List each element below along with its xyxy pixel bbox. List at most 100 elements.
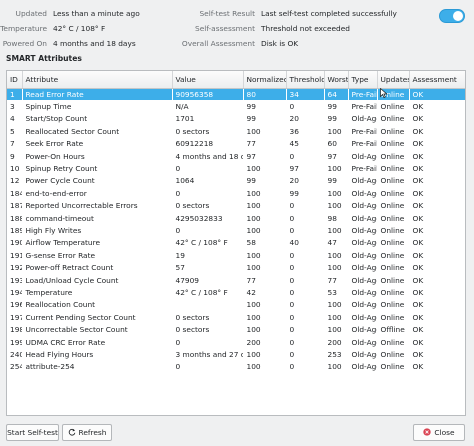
- cell-value: 0: [175, 362, 181, 372]
- cell-worst: 77: [327, 275, 337, 285]
- cell-attribute: Spinup Retry Count: [25, 164, 98, 174]
- header-col-attribute[interactable]: Attribute: [22, 71, 173, 89]
- cell-threshold: 0: [289, 102, 295, 112]
- cell-threshold: 0: [289, 300, 295, 310]
- cell-value: 42° C / 108° F: [175, 238, 228, 248]
- table-row[interactable]: 4 Start/Stop Count 1701 99 20 99 Old-AgeOnline…: [7, 113, 465, 125]
- refresh-icon: [68, 428, 75, 436]
- cell-normalized: 100: [246, 213, 261, 223]
- table-row[interactable]: 198 Uncorrectable Sector Count 0 sectors 10…: [7, 323, 465, 335]
- cell-worst: 100: [327, 201, 342, 211]
- cell-type: Old-Age: [351, 263, 377, 273]
- table-row[interactable]: 240 Head Flying Hours 3 months and 27 days…: [7, 348, 465, 360]
- table-row[interactable]: 184 end-to-end-error 0 100 99 100 Old-AgeOnlin…: [7, 187, 465, 199]
- table-row[interactable]: 197 Current Pending Sector Count 0 sectors…: [7, 311, 465, 323]
- cell-id: 184: [10, 188, 21, 198]
- header-col-type[interactable]: Type: [348, 71, 378, 89]
- table-row[interactable]: 196 Reallocation Count 100 0 100 Old-AgeOnlin…: [7, 299, 465, 311]
- start-selftest-button[interactable]: Start Self-test: [6, 424, 59, 441]
- close-button[interactable]: Close: [413, 424, 465, 441]
- cell-id: 254: [10, 362, 21, 372]
- table-row[interactable]: 1 Read Error Rate 90956358 80 34 64 Pre-Fail On…: [7, 88, 465, 101]
- info-panel: Updated Less than a minute ago Temperatu…: [0, 6, 474, 50]
- cell-type: Pre-Fail: [351, 139, 377, 149]
- cell-assessment: OK: [412, 263, 424, 273]
- cell-assessment: OK: [412, 287, 424, 297]
- header-col-threshold[interactable]: Threshold: [286, 71, 325, 89]
- header-col-updates[interactable]: Updates: [377, 71, 410, 89]
- overall-label: Overall Assessment: [181, 39, 255, 48]
- cell-attribute: attribute-254: [25, 362, 75, 372]
- cell-type: Old-Age: [351, 325, 377, 335]
- table-row[interactable]: 3 Spinup Time N/A 99 0 99 Pre-Fail Online OK: [7, 100, 465, 112]
- cell-threshold: 40: [289, 238, 299, 248]
- header-col-value[interactable]: Value: [172, 71, 244, 89]
- cell-updates: Online: [380, 151, 405, 161]
- cell-assessment: OK: [412, 362, 424, 372]
- cell-worst: 99: [327, 102, 337, 112]
- cell-assessment: OK: [412, 300, 424, 310]
- header-col-normalized[interactable]: Normalized: [243, 71, 287, 89]
- table-row[interactable]: 193 Load/Unload Cycle Count 47909 77 0 77 Old-…: [7, 274, 465, 286]
- header-col-id[interactable]: ID: [7, 71, 23, 89]
- cell-attribute: UDMA CRC Error Rate: [25, 337, 106, 347]
- table-row[interactable]: 187 Reported Uncorrectable Errors 0 sector…: [7, 200, 465, 212]
- table-row[interactable]: 12 Power Cycle Count 1064 99 20 99 Old-AgeOnli…: [7, 175, 465, 187]
- table-row[interactable]: 5 Reallocated Sector Count 0 sectors 100 36 1…: [7, 125, 465, 137]
- table-row[interactable]: 10 Spinup Retry Count 0 100 97 100 Pre-Fail Onl…: [7, 162, 465, 174]
- header-col-worst[interactable]: Worst: [324, 71, 349, 89]
- cell-assessment: OK: [412, 337, 424, 347]
- cell-value: 90956358: [172, 88, 243, 101]
- cell-attribute: end-to-end-error: [25, 188, 87, 198]
- cell-value: 4 months and 18 days: [175, 151, 243, 161]
- cell-type: Pre-Fail: [348, 88, 377, 101]
- cell-assessment: OK: [409, 88, 465, 101]
- smart-toggle-switch[interactable]: [439, 9, 465, 23]
- cell-id: 193: [10, 275, 21, 285]
- cell-attribute: Power-off Retract Count: [25, 263, 114, 273]
- cell-attribute: G-sense Error Rate: [25, 250, 96, 260]
- table-row[interactable]: 254 attribute-254 0 100 0 100 Old-AgeOnline OK: [7, 361, 465, 373]
- table-row[interactable]: 188 command-timeout 4295032833 100 0 98 Old-Ag…: [7, 212, 465, 224]
- start-selftest-label: Start Self-test: [7, 428, 58, 437]
- cell-attribute: Power Cycle Count: [25, 176, 95, 186]
- refresh-button[interactable]: Refresh: [62, 424, 112, 441]
- table-row[interactable]: 190 Airflow Temperature 42° C / 108° F 58 40…: [7, 237, 465, 249]
- powered-on-value: 4 months and 18 days: [53, 39, 136, 48]
- table-row[interactable]: 194 Temperature 42° C / 108° F 42 0 53 Old-Age…: [7, 286, 465, 298]
- cell-worst: 100: [327, 362, 342, 372]
- cell-type: Pre-Fail: [351, 102, 377, 112]
- header-col-assessment[interactable]: Assessment: [409, 71, 465, 89]
- cell-id: 5: [10, 126, 15, 136]
- cell-updates: Online: [380, 126, 405, 136]
- table-row[interactable]: 189 High Fly Writes 0 100 0 100 Old-AgeOnline O…: [7, 224, 465, 236]
- cell-attribute: Reported Uncorrectable Errors: [25, 201, 138, 211]
- cell-updates: Online: [380, 139, 405, 149]
- cell-threshold: 0: [289, 337, 295, 347]
- table-row[interactable]: 191 G-sense Error Rate 19 100 0 100 Old-AgeOnl…: [7, 249, 465, 261]
- cell-id: 199: [10, 337, 21, 347]
- cell-normalized: 99: [246, 176, 256, 186]
- cell-value: 0 sectors: [175, 312, 210, 322]
- refresh-label: Refresh: [78, 428, 107, 437]
- cell-updates: Online: [380, 238, 405, 248]
- smart-attributes-table[interactable]: ID Attribute Value Normalized Threshold Worst…: [6, 70, 466, 416]
- cell-normalized: 100: [246, 225, 261, 235]
- cell-type: Old-Age: [351, 188, 377, 198]
- table-row[interactable]: 199 UDMA CRC Error Rate 0 200 0 200 Old-AgeOnl…: [7, 336, 465, 348]
- table-row[interactable]: 7 Seek Error Rate 60912218 77 45 60 Pre-Fail On…: [7, 138, 465, 150]
- cell-id: 3: [10, 102, 15, 112]
- cell-worst: 97: [327, 151, 337, 161]
- table-row[interactable]: 192 Power-off Retract Count 57 100 0 100 Old-A…: [7, 261, 465, 273]
- cell-updates: Online: [380, 362, 405, 372]
- cell-value: 47909: [175, 275, 200, 285]
- cell-worst: 100: [327, 325, 342, 335]
- table-row[interactable]: 9Power-On Hours4 months and 18 days97097…: [7, 150, 465, 162]
- cell-worst: 100: [327, 300, 342, 310]
- cell-worst: 100: [327, 263, 342, 273]
- cell-id: 188: [10, 213, 21, 223]
- cell-value: 0 sectors: [175, 201, 210, 211]
- cell-updates: Online: [380, 337, 405, 347]
- cell-attribute: Power-On Hours: [25, 151, 85, 161]
- cell-normalized: 97: [246, 151, 256, 161]
